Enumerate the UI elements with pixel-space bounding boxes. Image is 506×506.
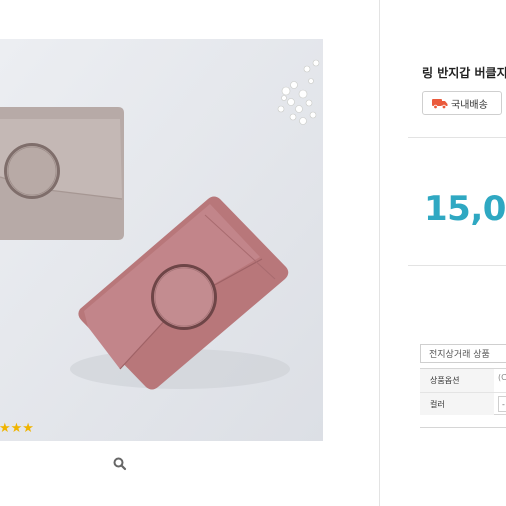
option-row-product-option: 상품옵션 (C <box>420 369 506 392</box>
section-divider <box>408 265 506 266</box>
option-row-color: 컬러 - <box>420 392 506 415</box>
option-value: (C <box>498 373 506 382</box>
wallet-photo: ★★★ <box>0 39 323 441</box>
product-price: 15,00 <box>424 189 506 229</box>
wholesale-notice: 전지상거래 상품 <box>420 344 506 363</box>
color-select-value: - <box>502 399 505 409</box>
rating-stars: ★★★ <box>0 421 34 436</box>
option-table: 상품옵션 (C 컬러 - <box>420 368 506 415</box>
product-image[interactable]: ★★★ <box>0 39 323 441</box>
wholesale-label: 전지상거래 상품 <box>429 350 490 360</box>
color-select[interactable]: - <box>498 396 506 412</box>
shipping-label: 국내배송 <box>451 99 488 111</box>
delivery-truck-icon <box>432 94 448 113</box>
product-title: 링 반지갑 버클지 <box>422 66 506 80</box>
option-label: 컬러 <box>420 393 494 415</box>
section-divider <box>408 137 506 138</box>
shipping-badge[interactable]: 국내배송 <box>422 91 502 115</box>
option-label: 상품옵션 <box>420 369 494 392</box>
section-divider <box>420 427 506 428</box>
column-divider <box>379 0 380 506</box>
svg-text:★★★: ★★★ <box>0 421 34 436</box>
magnifier-icon[interactable] <box>112 456 128 472</box>
